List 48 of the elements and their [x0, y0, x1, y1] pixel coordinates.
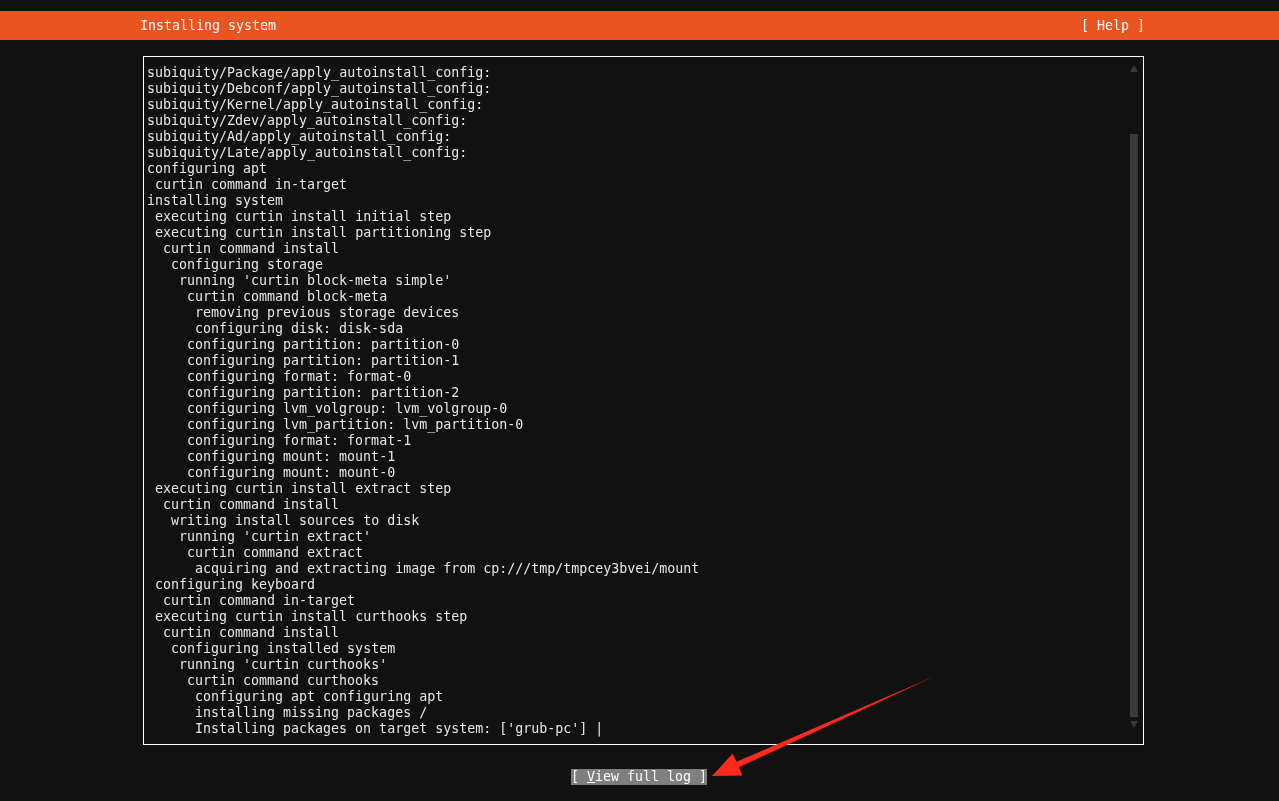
log-line: configuring disk: disk-sda — [194, 321, 405, 337]
log-line: executing curtin install extract step — [154, 481, 453, 497]
scroll-down-icon[interactable] — [1130, 721, 1138, 728]
log-line: running 'curtin block-meta simple' — [178, 273, 453, 289]
log-line: writing install sources to disk — [170, 513, 421, 529]
log-line: configuring partition: partition-2 — [186, 385, 461, 401]
log-line: curtin command install — [162, 497, 341, 513]
log-line: subiquity/Ad/apply_autoinstall_config: — [147, 129, 453, 145]
help-button[interactable]: [ Help ] — [1080, 18, 1145, 33]
log-line: executing curtin install curthooks step — [154, 609, 469, 625]
log-line: curtin command install — [162, 625, 341, 641]
log-line: acquiring and extracting image from cp:///tmp/tmpcey3bvei/mount — [194, 561, 701, 577]
header-title: Installing system — [140, 18, 277, 33]
log-line: curtin command block-meta — [186, 289, 389, 305]
log-line: curtin command install — [162, 241, 341, 257]
log-line: configuring lvm_volgroup: lvm_volgroup-0 — [186, 401, 509, 417]
log-line: executing curtin install initial step — [154, 209, 453, 225]
log-line: configuring partition: partition-0 — [186, 337, 461, 353]
log-line: subiquity/Zdev/apply_autoinstall_config: — [147, 113, 469, 129]
log-line: removing previous storage devices — [194, 305, 461, 321]
log-line: configuring format: format-1 — [186, 433, 413, 449]
log-line: curtin command in-target — [162, 593, 357, 609]
log-line: configuring storage — [170, 257, 325, 273]
log-line: configuring mount: mount-0 — [186, 465, 397, 481]
log-line: running 'curtin extract' — [178, 529, 373, 545]
log-line: curtin command curthooks — [186, 673, 381, 689]
log-line: installing system — [147, 193, 285, 209]
scrollbar-thumb[interactable] — [1130, 134, 1138, 717]
view-full-log-button[interactable]: [ View full log ] — [571, 769, 708, 785]
log-line: configuring apt — [147, 161, 269, 177]
log-line: curtin command extract — [186, 545, 365, 561]
log-line: installing missing packages / — [194, 705, 429, 721]
log-line: configuring keyboard — [154, 577, 317, 593]
scroll-up-icon[interactable] — [1130, 65, 1138, 72]
log-line: configuring partition: partition-1 — [186, 353, 461, 369]
log-line: running 'curtin curthooks' — [178, 657, 389, 673]
log-line: executing curtin install partitioning step — [154, 225, 493, 241]
log-line: subiquity/Package/apply_autoinstall_config: — [147, 65, 493, 81]
log-line: curtin command in-target — [154, 177, 349, 193]
log-line: configuring apt configuring apt — [194, 689, 445, 705]
log-line: subiquity/Late/apply_autoinstall_config: — [147, 145, 469, 161]
log-line: configuring lvm_partition: lvm_partition-0 — [186, 417, 525, 433]
log-line: configuring mount: mount-1 — [186, 449, 397, 465]
log-line: subiquity/Debconf/apply_autoinstall_config: — [147, 81, 493, 97]
log-line: subiquity/Kernel/apply_autoinstall_config: — [147, 97, 485, 113]
log-line: configuring installed system — [170, 641, 397, 657]
log-line: configuring format: format-0 — [186, 369, 413, 385]
log-line: Installing packages on target system: ['grub-pc'] | — [194, 721, 605, 737]
